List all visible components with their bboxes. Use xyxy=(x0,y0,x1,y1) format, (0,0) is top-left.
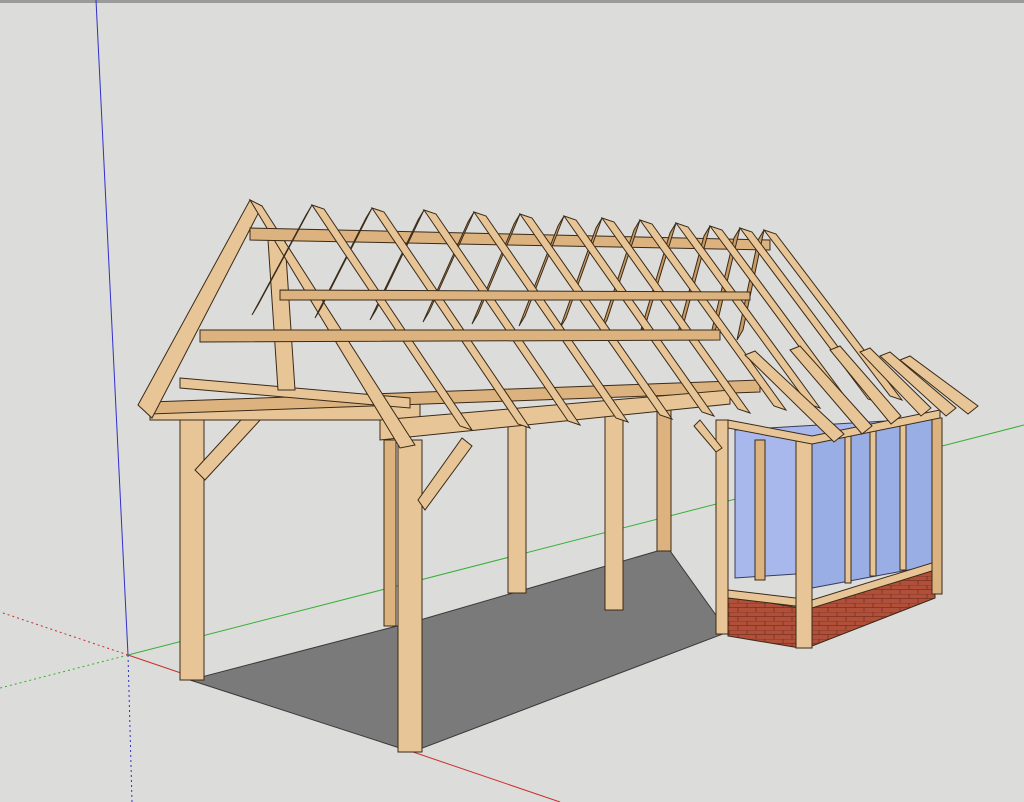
green-axis-dotted xyxy=(0,654,129,689)
post xyxy=(383,439,397,627)
post xyxy=(604,411,624,611)
post xyxy=(397,439,423,753)
post xyxy=(656,404,672,552)
glazing-mullion xyxy=(899,423,907,571)
rafter-back[interactable] xyxy=(314,207,373,319)
corner-post xyxy=(931,417,943,595)
post xyxy=(179,419,205,681)
glazing-mullion xyxy=(869,429,877,577)
glazing-mullion xyxy=(754,439,766,581)
model-canvas[interactable] xyxy=(0,0,1024,802)
garden-room[interactable] xyxy=(715,409,943,649)
post xyxy=(507,424,527,594)
sketchup-3d-viewport[interactable] xyxy=(0,0,1024,802)
red-axis-dotted xyxy=(0,611,129,656)
glazing-mullion xyxy=(844,434,852,584)
blue-axis-dotted xyxy=(127,654,133,802)
floor-slab[interactable] xyxy=(188,547,729,753)
corner-post xyxy=(715,419,729,635)
corner-post xyxy=(795,435,813,649)
blue-axis xyxy=(95,0,129,656)
